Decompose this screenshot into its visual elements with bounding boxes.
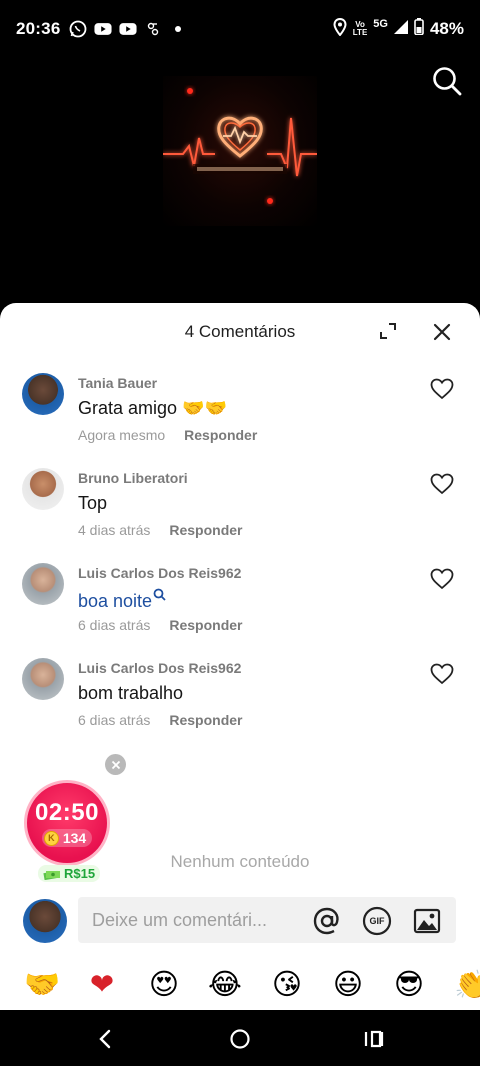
comment-text: Top	[78, 493, 108, 513]
image-icon[interactable]	[412, 906, 442, 936]
dot-icon	[169, 20, 187, 38]
comment-input[interactable]	[92, 897, 307, 943]
comment-username[interactable]: Tania Bauer	[78, 375, 157, 391]
comment-meta: 4 dias atrás Responder	[78, 522, 243, 538]
money-icon	[43, 870, 60, 880]
comment-time: 6 dias atrás	[78, 617, 151, 633]
like-icon[interactable]	[430, 568, 454, 590]
system-nav-bar	[0, 1010, 480, 1066]
cash-amount: R$15	[64, 866, 96, 881]
comment-meta: Agora mesmo Responder	[78, 427, 257, 443]
gif-icon[interactable]: GIF	[362, 906, 392, 936]
search-icon[interactable]	[430, 64, 464, 98]
expand-icon[interactable]	[378, 321, 398, 341]
video-thumbnail[interactable]	[163, 76, 317, 226]
emoji-button[interactable]: 😘	[270, 967, 304, 1001]
location-icon	[333, 17, 347, 41]
status-right: Vo LTE 5G 48%	[333, 17, 464, 41]
emoji-button[interactable]: 😂	[208, 967, 242, 1001]
battery-percent: 48%	[429, 19, 464, 38]
close-icon[interactable]	[431, 321, 453, 343]
comment-text: Grata amigo 🤝🤝	[78, 398, 227, 418]
coin-icon: K	[43, 830, 59, 846]
recents-icon[interactable]	[361, 1026, 387, 1052]
timer-countdown: 02:50	[35, 799, 99, 826]
whatsapp-icon	[69, 20, 87, 38]
comment-username[interactable]: Bruno Liberatori	[78, 470, 188, 486]
reply-button[interactable]: Responder	[184, 427, 257, 443]
avatar[interactable]	[22, 468, 64, 510]
reply-button[interactable]: Responder	[169, 712, 242, 728]
comments-sheet: 4 Comentários Tania Bauer Grata amigo 🤝🤝…	[0, 303, 480, 1010]
emoji-quick-bar: 🤝 ❤ 😍 😂 😘 😃 😎 👏	[0, 967, 480, 1007]
emoji-button[interactable]: 😍	[147, 967, 181, 1001]
5g-label: 5G	[373, 18, 388, 30]
reply-button[interactable]: Responder	[169, 522, 242, 538]
comment-item: Bruno Liberatori Top 4 dias atrás Respon…	[0, 465, 480, 555]
comment-time: Agora mesmo	[78, 427, 166, 443]
like-icon[interactable]	[430, 473, 454, 495]
sheet-header: 4 Comentários	[0, 303, 480, 361]
emoji-button[interactable]: ❤	[85, 967, 119, 1001]
gif-label: GIF	[369, 916, 385, 926]
like-icon[interactable]	[430, 378, 454, 400]
app-icon	[144, 20, 162, 38]
comment-meta: 6 dias atrás Responder	[78, 712, 243, 728]
comment-time: 6 dias atrás	[78, 712, 151, 728]
comments-title: 4 Comentários	[184, 322, 296, 341]
reward-timer[interactable]: 02:50 K 134	[24, 780, 110, 866]
cash-reward-badge[interactable]: R$15	[38, 865, 101, 882]
comment-input-box: GIF	[78, 897, 456, 943]
comment-time: 4 dias atrás	[78, 522, 151, 538]
avatar[interactable]	[22, 658, 64, 700]
emoji-button[interactable]: 😃	[331, 967, 365, 1001]
emoji-button[interactable]: 🤝	[24, 967, 60, 1001]
search-icon	[153, 588, 166, 601]
youtube-icon	[94, 20, 113, 38]
mention-icon[interactable]	[312, 906, 342, 936]
signal-icon	[393, 19, 408, 39]
comment-item: Luis Carlos Dos Reis962 boa noite 6 dias…	[0, 560, 480, 650]
timer-close-icon[interactable]	[105, 754, 126, 775]
avatar[interactable]	[22, 563, 64, 605]
comment-item: Luis Carlos Dos Reis962 bom trabalho 6 d…	[0, 655, 480, 745]
youtube-icon	[119, 20, 138, 38]
avatar[interactable]	[22, 373, 64, 415]
coin-count: 134	[62, 830, 87, 846]
comment-text: bom trabalho	[78, 683, 184, 703]
notification-icons	[69, 20, 187, 38]
comment-username[interactable]: Luis Carlos Dos Reis962	[78, 565, 241, 581]
back-icon[interactable]	[93, 1026, 119, 1052]
emoji-button[interactable]: 👏	[454, 967, 480, 1001]
status-time: 20:36	[16, 19, 61, 38]
comment-meta: 6 dias atrás Responder	[78, 617, 243, 633]
battery-icon	[414, 18, 424, 40]
like-icon[interactable]	[430, 663, 454, 685]
comment-username[interactable]: Luis Carlos Dos Reis962	[78, 660, 241, 676]
comment-text-link[interactable]: boa noite	[78, 588, 166, 612]
coin-balance: K 134	[41, 829, 93, 847]
emoji-button[interactable]: 😎	[392, 967, 426, 1001]
screen: 20:36 Vo LTE 5G 48% 4 Comentários Tania …	[0, 0, 480, 1066]
my-avatar[interactable]	[23, 899, 67, 943]
home-icon[interactable]	[227, 1026, 253, 1052]
status-bar: 20:36 Vo LTE 5G 48%	[0, 0, 480, 58]
volte-label: Vo LTE	[352, 20, 368, 37]
comment-item: Tania Bauer Grata amigo 🤝🤝 Agora mesmo R…	[0, 370, 480, 460]
reply-button[interactable]: Responder	[169, 617, 242, 633]
